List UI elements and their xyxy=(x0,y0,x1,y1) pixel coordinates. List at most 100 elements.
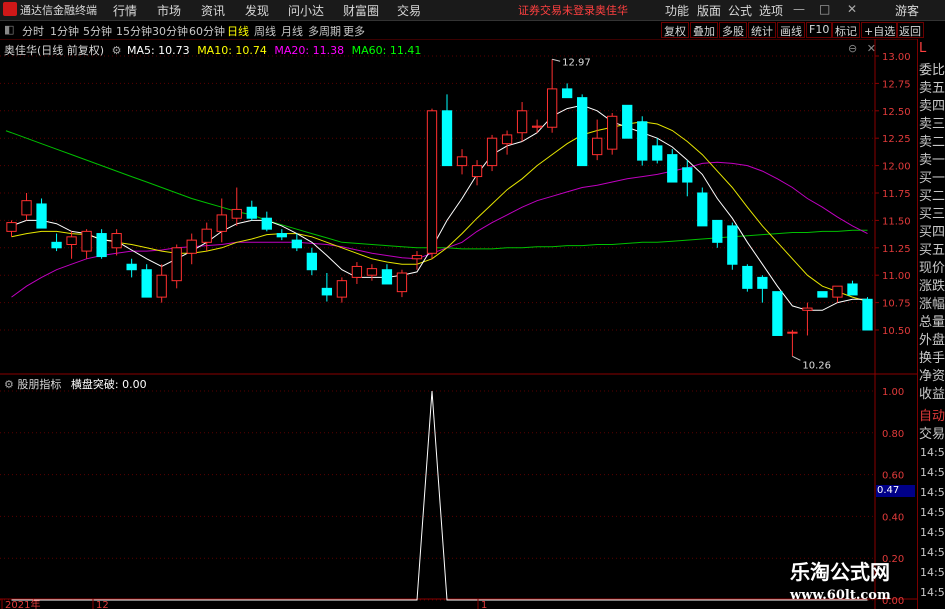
candle-body-up xyxy=(216,214,227,232)
candle xyxy=(817,291,828,298)
watermark-title: 乐淘公式网 xyxy=(790,560,890,584)
candle-body-down xyxy=(306,252,318,271)
period-60min[interactable]: 60分钟 xyxy=(189,23,225,39)
tool-huaxian-button[interactable]: 画线 xyxy=(777,22,805,38)
candle xyxy=(652,138,663,164)
side-item-sell2: 卖二 xyxy=(919,135,945,150)
maximize-icon[interactable]: □ xyxy=(819,2,830,16)
close-icon[interactable]: ✕ xyxy=(847,2,857,16)
candle-body-up xyxy=(351,265,363,278)
candle-body-up xyxy=(546,88,558,128)
chart-annotations: 12.97 10.26 xyxy=(552,57,831,371)
candle xyxy=(276,229,287,241)
login-status[interactable]: 证券交易未登录 xyxy=(518,2,595,18)
side-item-net-assets: 净资 xyxy=(919,369,945,384)
candle-body-down xyxy=(727,225,738,265)
candle xyxy=(201,222,212,252)
tick-time: 14:56 xyxy=(920,446,945,459)
candle xyxy=(471,160,483,186)
candle xyxy=(366,264,378,281)
menu-wenxiaoda[interactable]: 问小达 xyxy=(288,2,324,19)
time-tick-label: 2021年 xyxy=(5,598,40,609)
side-trade[interactable]: 交易 xyxy=(919,423,945,442)
side-auto-trade[interactable]: 自动 xyxy=(919,405,945,424)
menu-shichang[interactable]: 市场 xyxy=(157,2,181,19)
tool-biaoji-button[interactable]: 标记 xyxy=(832,22,860,38)
period-1min[interactable]: 1分钟 xyxy=(50,23,79,39)
indicator-tick-label: 0.60 xyxy=(882,471,904,482)
tool-fuquan-button[interactable]: 复权 xyxy=(661,22,689,38)
candle-body-up xyxy=(111,233,122,249)
candle-body-down xyxy=(441,110,453,167)
tool-f10-button[interactable]: F10 xyxy=(806,22,833,38)
indicator-tick-label: 0.80 xyxy=(882,429,904,440)
user-guest[interactable]: 游客 xyxy=(895,2,919,19)
low-marker-line xyxy=(792,355,801,361)
candle-body-up xyxy=(231,208,242,219)
menu-banmian[interactable]: 版面 xyxy=(697,2,721,19)
side-item-buy1: 买一 xyxy=(919,171,945,186)
candle xyxy=(637,116,648,166)
menu-caifuquan[interactable]: 财富圈 xyxy=(343,2,379,19)
period-15min[interactable]: 15分钟 xyxy=(116,23,152,39)
period-daily[interactable]: 日线 xyxy=(227,23,249,39)
period-5min[interactable]: 5分钟 xyxy=(83,23,112,39)
candle-body-up xyxy=(787,331,798,334)
tool-tongji-button[interactable]: 统计 xyxy=(748,22,776,38)
candle xyxy=(21,193,32,221)
menu-hangqing[interactable]: 行情 xyxy=(113,2,137,19)
side-item-sell4: 卖四 xyxy=(919,99,945,114)
indicator-title[interactable]: 股朋指标 xyxy=(17,378,61,391)
panel-toggle-icon[interactable]: ◧ xyxy=(4,23,14,36)
candle-body-up xyxy=(156,274,167,298)
candle xyxy=(727,222,738,270)
indicator-menu-icon[interactable]: ⚙ xyxy=(4,378,14,391)
candle xyxy=(261,211,272,232)
candle xyxy=(546,59,558,133)
candle-body-down xyxy=(682,167,693,183)
side-panel-letter[interactable]: L xyxy=(919,41,926,56)
candle-body-up xyxy=(201,228,212,243)
time-tick-label: 12 xyxy=(96,600,109,609)
candle xyxy=(381,264,393,285)
period-multi[interactable]: 多周期 xyxy=(308,23,341,39)
candle xyxy=(36,198,47,229)
candle xyxy=(592,119,603,161)
period-more[interactable]: 更多 xyxy=(343,23,365,39)
ma10-line xyxy=(11,121,868,302)
candle xyxy=(501,130,513,155)
stock-name-header: 奥佳华 xyxy=(595,4,628,17)
period-monthly[interactable]: 月线 xyxy=(281,23,303,39)
period-fenshi[interactable]: 分时 xyxy=(22,23,44,39)
ma60-line-start xyxy=(5,130,12,134)
period-weekly[interactable]: 周线 xyxy=(254,23,276,39)
candle-body-down xyxy=(712,219,723,243)
side-item-earnings: 收益 xyxy=(919,387,945,402)
tool-back-button[interactable]: 返回 xyxy=(896,22,924,38)
minimize-icon[interactable]: — xyxy=(793,2,805,16)
settings-gear-icon[interactable]: ⚙ xyxy=(112,44,122,57)
candle xyxy=(171,244,182,289)
menu-gongshi[interactable]: 公式 xyxy=(728,2,752,19)
menu-jiaoyi[interactable]: 交易 xyxy=(397,2,421,19)
candle-body-up xyxy=(66,236,77,246)
tool-diejia-button[interactable]: 叠加 xyxy=(690,22,718,38)
candle xyxy=(111,229,122,256)
ma10-label: MA10: 10.74 xyxy=(197,44,267,57)
candle xyxy=(321,273,333,302)
candle xyxy=(336,277,348,303)
menu-xuanxiang[interactable]: 选项 xyxy=(759,2,783,19)
tick-time: 14:56 xyxy=(920,546,945,559)
candle-body-up xyxy=(486,137,498,167)
zoom-out-icon[interactable]: ⊖ xyxy=(848,42,857,55)
menu-gongneng[interactable]: 功能 xyxy=(665,2,689,19)
tool-duogu-button[interactable]: 多股 xyxy=(719,22,747,38)
chart-canvas[interactable]: 12.97 10.26 13.00 12.75 12.50 12.25 12.00 11.7… xyxy=(0,39,917,609)
chart-close-icon[interactable]: ✕ xyxy=(867,42,876,55)
candle-body-down xyxy=(381,269,393,285)
candle xyxy=(441,94,453,167)
period-30min[interactable]: 30分钟 xyxy=(152,23,188,39)
tool-add-watchlist-button[interactable]: +自选 xyxy=(861,22,899,38)
menu-zixun[interactable]: 资讯 xyxy=(201,2,225,19)
menu-faxian[interactable]: 发现 xyxy=(245,2,269,19)
